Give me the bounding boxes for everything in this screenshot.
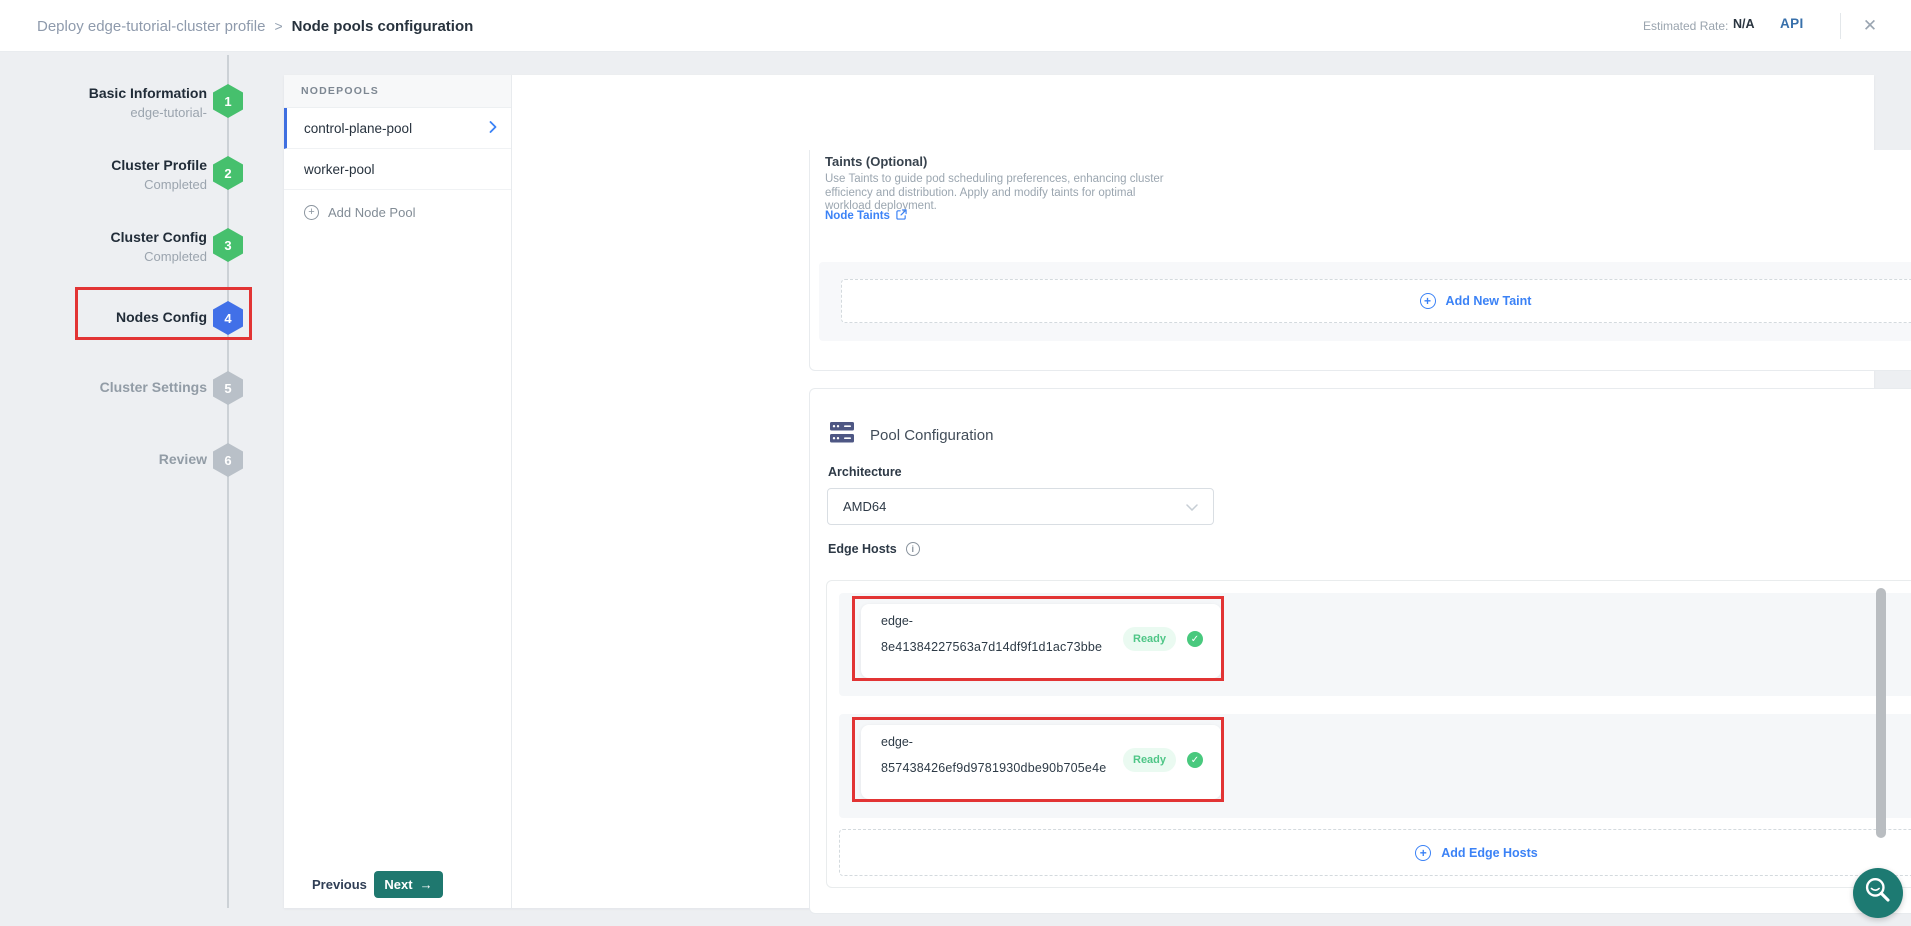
node-taints-link[interactable]: Node Taints xyxy=(825,209,907,223)
external-link-icon xyxy=(896,209,907,223)
taints-description: Use Taints to guide pod scheduling prefe… xyxy=(825,173,1164,214)
taints-desc-line1: Use Taints to guide pod scheduling prefe… xyxy=(825,173,1164,187)
nodepool-name: worker-pool xyxy=(304,162,375,177)
close-wizard-button[interactable]: ✕ xyxy=(1856,13,1884,39)
edge-host-row: edge- 857438426ef9d9781930dbe90b705e4e R… xyxy=(839,714,1911,818)
step-nodes-config[interactable]: Nodes Config xyxy=(116,309,207,325)
nodepools-header: NODEPOOLS xyxy=(284,75,511,108)
info-icon[interactable]: i xyxy=(906,542,920,556)
next-button[interactable]: Next → xyxy=(374,871,443,898)
node-taints-link-label: Node Taints xyxy=(825,210,890,222)
taints-card: Taints (Optional) Use Taints to guide po… xyxy=(809,150,1911,371)
step-1-number: 1 xyxy=(224,94,231,109)
next-button-label: Next xyxy=(384,877,412,892)
scrollbar-thumb[interactable] xyxy=(1876,588,1886,838)
previous-button[interactable]: Previous xyxy=(312,877,367,892)
help-widget-button[interactable] xyxy=(1853,868,1903,918)
add-node-pool-button[interactable]: + Add Node Pool xyxy=(284,190,511,234)
pool-configuration-card: Pool Configuration Architecture AMD64 Ed… xyxy=(809,388,1911,914)
pool-configuration-title: Pool Configuration xyxy=(870,427,993,444)
plus-circle-icon: + xyxy=(1420,293,1436,309)
step-6-badge: 6 xyxy=(213,443,243,477)
step-cluster-settings[interactable]: Cluster Settings xyxy=(100,379,207,395)
step-3-number: 3 xyxy=(224,238,231,253)
plus-circle-icon: + xyxy=(1415,845,1431,861)
api-link[interactable]: API xyxy=(1780,16,1804,31)
estimated-rate-value: N/A xyxy=(1733,17,1755,31)
plus-circle-icon: + xyxy=(304,205,319,220)
deploy-wizard-page: Deploy edge-tutorial-cluster profile > N… xyxy=(0,0,1911,926)
architecture-value: AMD64 xyxy=(843,499,886,514)
step-2-number: 2 xyxy=(224,166,231,181)
step-4-badge: 4 xyxy=(213,301,243,335)
header-bar: Deploy edge-tutorial-cluster profile > N… xyxy=(0,0,1911,52)
page-title: Node pools configuration xyxy=(292,18,474,35)
edge-host-row: edge- 8e41384227563a7d14df9f1d1ac73bbe R… xyxy=(839,593,1911,696)
breadcrumb-deploy-profile[interactable]: Deploy edge-tutorial-cluster profile xyxy=(37,18,265,35)
add-new-taint-label: Add New Taint xyxy=(1446,294,1532,308)
step-2-badge: 2 xyxy=(213,156,243,190)
step-3-badge: 3 xyxy=(213,228,243,262)
arrow-right-icon: → xyxy=(420,877,433,892)
add-edge-hosts-button[interactable]: + Add Edge Hosts xyxy=(839,829,1911,876)
breadcrumb-separator: > xyxy=(274,18,282,34)
main-panel: NODEPOOLS control-plane-pool worker-pool… xyxy=(284,75,1874,908)
annotation-box-edge-host-2 xyxy=(852,717,1224,802)
nodepool-item-worker-pool[interactable]: worker-pool xyxy=(284,149,511,190)
nodepool-name: control-plane-pool xyxy=(304,121,412,136)
close-icon: ✕ xyxy=(1863,16,1877,36)
architecture-label: Architecture xyxy=(828,465,902,479)
header-divider xyxy=(1840,13,1841,39)
edge-hosts-label: Edge Hosts xyxy=(828,542,897,556)
step-6-number: 6 xyxy=(224,453,231,468)
breadcrumb: Deploy edge-tutorial-cluster profile > N… xyxy=(37,0,473,52)
add-new-taint-button[interactable]: + Add New Taint xyxy=(841,279,1911,323)
step-cluster-profile[interactable]: Cluster Profile xyxy=(111,157,207,173)
step-basic-information-sub: edge-tutorial- xyxy=(130,105,207,120)
chevron-down-icon xyxy=(1186,499,1198,514)
chevron-right-icon xyxy=(489,121,497,136)
step-4-number: 4 xyxy=(224,311,231,326)
step-5-badge: 5 xyxy=(213,371,243,405)
step-1-badge: 1 xyxy=(213,84,243,118)
estimated-rate-label: Estimated Rate: xyxy=(1643,19,1728,33)
annotation-box-edge-host-1 xyxy=(852,596,1224,681)
magnifier-smile-icon xyxy=(1858,871,1898,916)
add-edge-hosts-label: Add Edge Hosts xyxy=(1441,846,1538,860)
nodepools-sidebar: NODEPOOLS control-plane-pool worker-pool… xyxy=(284,75,512,908)
architecture-select[interactable]: AMD64 xyxy=(827,488,1214,525)
taints-empty-zone: + Add New Taint xyxy=(819,262,1911,341)
step-cluster-config[interactable]: Cluster Config xyxy=(111,229,207,245)
taints-desc-line2: efficiency and distribution. Apply and m… xyxy=(825,187,1164,201)
step-cluster-profile-sub: Completed xyxy=(144,177,207,192)
nodepool-item-control-plane-pool[interactable]: control-plane-pool xyxy=(284,108,511,149)
step-cluster-config-sub: Completed xyxy=(144,249,207,264)
step-review[interactable]: Review xyxy=(159,451,207,467)
step-5-number: 5 xyxy=(224,381,231,396)
edge-hosts-container: edge- 8e41384227563a7d14df9f1d1ac73bbe R… xyxy=(826,580,1911,888)
server-rack-icon xyxy=(830,422,854,448)
add-node-pool-label: Add Node Pool xyxy=(328,205,415,220)
step-basic-information[interactable]: Basic Information xyxy=(89,85,207,101)
taints-title: Taints (Optional) xyxy=(825,154,927,169)
